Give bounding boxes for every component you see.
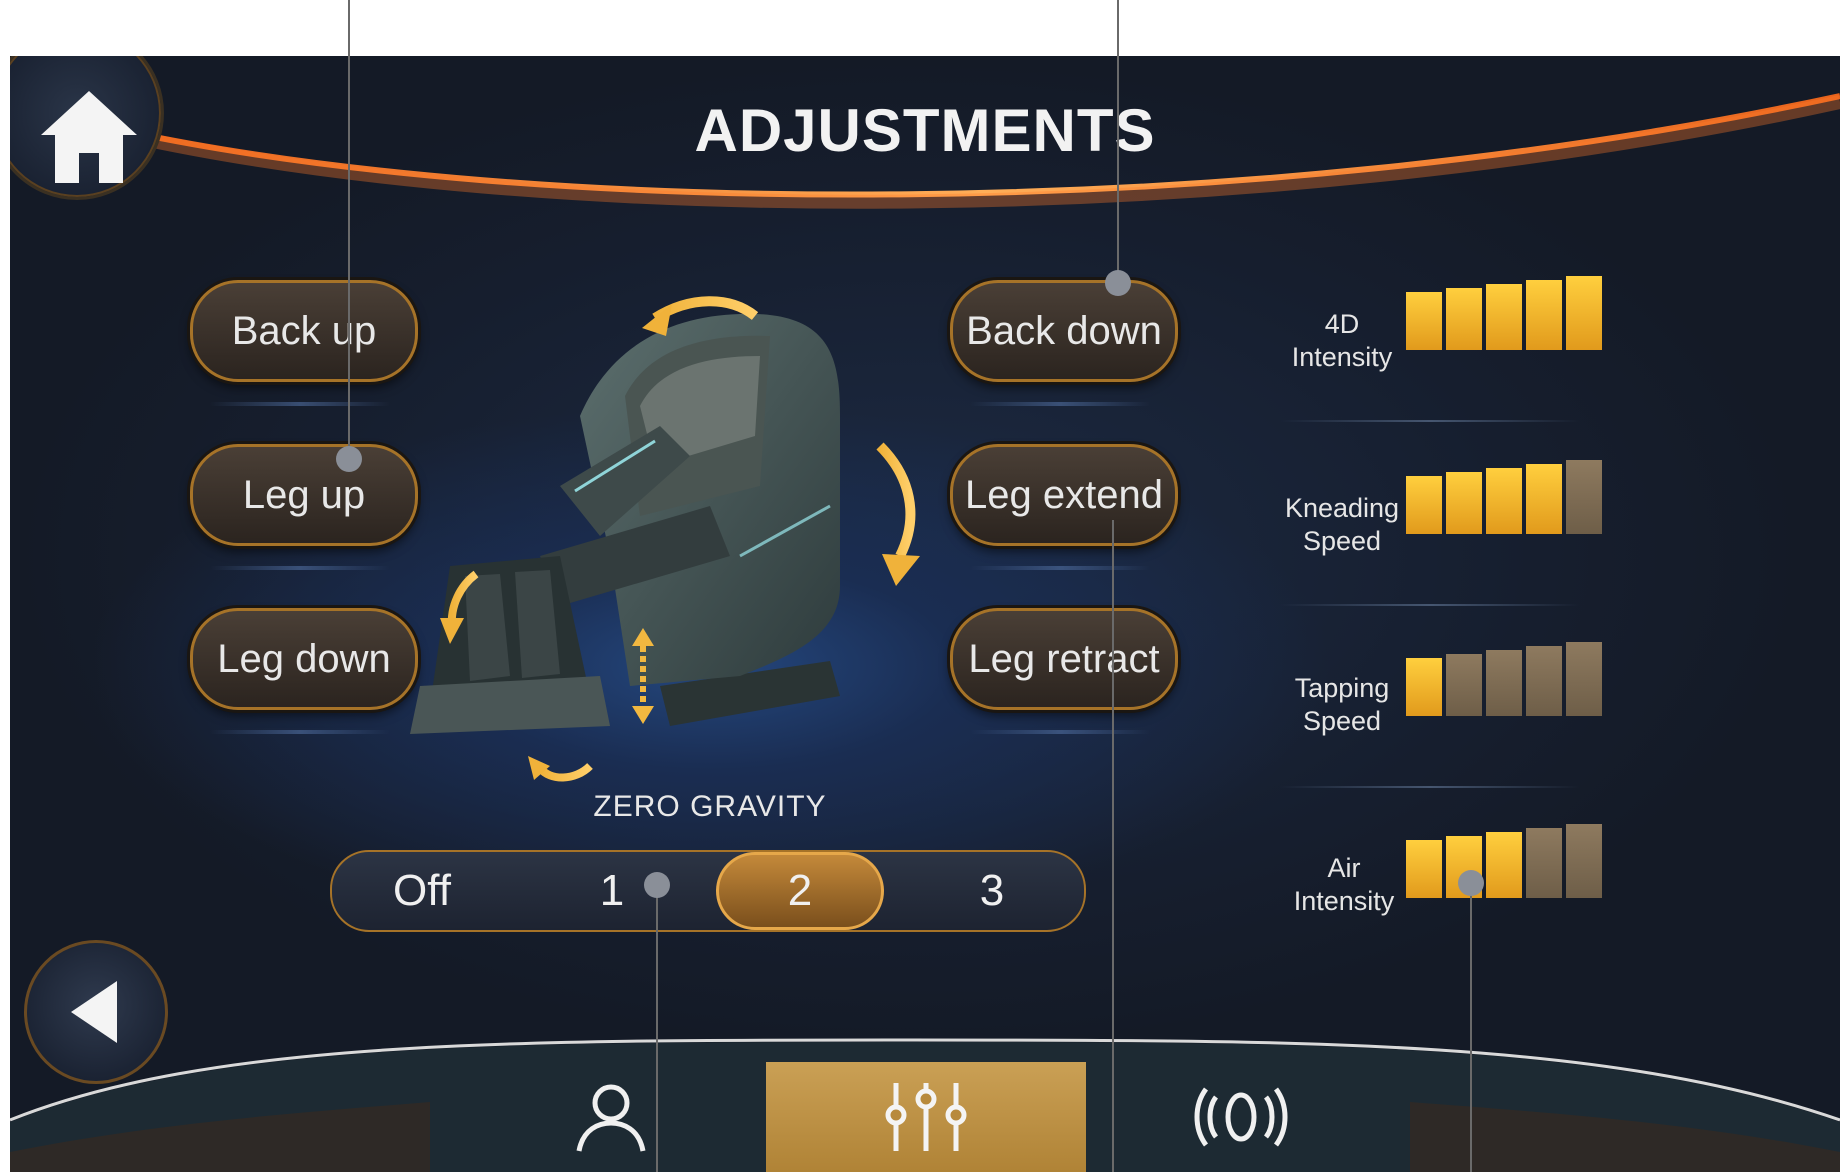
- level-label-line1: 4D: [1324, 309, 1360, 339]
- divider: [210, 402, 390, 406]
- back-down-button[interactable]: Back down: [950, 280, 1178, 382]
- nav-tab-vibration[interactable]: [1086, 1062, 1396, 1172]
- divider: [1280, 786, 1580, 788]
- level-label-line2: Intensity: [1293, 886, 1395, 916]
- divider: [210, 730, 390, 734]
- leg-retract-button[interactable]: Leg retract: [950, 608, 1178, 710]
- level-segment[interactable]: [1486, 468, 1522, 534]
- vibration-icon: [1194, 1087, 1288, 1147]
- callout-dot: [336, 446, 362, 472]
- zero-gravity-option-2[interactable]: 2: [716, 852, 884, 930]
- level-bars-4d-intensity[interactable]: [1406, 276, 1602, 368]
- page-title: ADJUSTMENTS: [694, 97, 1156, 164]
- zero-gravity-option-off[interactable]: Off: [352, 852, 492, 930]
- level-segment[interactable]: [1566, 642, 1602, 716]
- level-segment[interactable]: [1566, 276, 1602, 350]
- level-label-tapping-speed: Tapping Speed: [1272, 672, 1412, 738]
- divider: [970, 730, 1150, 734]
- leg-extend-label: Leg extend: [965, 472, 1163, 517]
- nav-tab-profile[interactable]: [456, 1062, 766, 1172]
- user-icon: [576, 1084, 646, 1152]
- level-label-line1: Tapping: [1294, 673, 1390, 703]
- back-down-label: Back down: [966, 308, 1162, 353]
- leg-up-button[interactable]: Leg up: [190, 444, 418, 546]
- level-label-line2: Speed: [1302, 526, 1382, 556]
- title-swoosh: [128, 93, 1840, 209]
- level-segment[interactable]: [1566, 460, 1602, 534]
- zero-gravity-option-3[interactable]: 3: [922, 852, 1062, 930]
- level-segment[interactable]: [1406, 292, 1442, 350]
- callout-dot: [1105, 270, 1131, 296]
- divider: [970, 566, 1150, 570]
- level-bars-tapping-speed[interactable]: [1406, 642, 1602, 734]
- level-bars-kneading-speed[interactable]: [1406, 460, 1602, 552]
- level-segment[interactable]: [1526, 280, 1562, 350]
- level-label-kneading-speed: Kneading Speed: [1272, 492, 1412, 558]
- callout-dot: [1458, 870, 1484, 896]
- level-segment[interactable]: [1486, 832, 1522, 898]
- callout-line: [1112, 520, 1114, 1172]
- level-segment[interactable]: [1446, 472, 1482, 534]
- level-segment[interactable]: [1526, 828, 1562, 898]
- bottom-nav: [10, 1002, 1840, 1172]
- level-label-line1: Kneading: [1284, 493, 1400, 523]
- back-up-button[interactable]: Back up: [190, 280, 418, 382]
- divider: [1280, 420, 1580, 422]
- level-segment[interactable]: [1406, 658, 1442, 716]
- callout-line: [656, 886, 658, 1172]
- level-segment[interactable]: [1406, 840, 1442, 898]
- back-up-label: Back up: [231, 308, 377, 353]
- level-segment[interactable]: [1526, 646, 1562, 716]
- level-label-line1: Air: [1327, 853, 1361, 883]
- level-label-4d-intensity: 4D Intensity: [1272, 308, 1412, 374]
- callout-line: [1470, 884, 1472, 1172]
- home-icon: [41, 91, 137, 183]
- level-segment[interactable]: [1446, 654, 1482, 716]
- level-label-line2: Intensity: [1291, 342, 1393, 372]
- level-label-air-intensity: Air Intensity: [1274, 852, 1414, 918]
- massage-chair-screen: ADJUSTMENTS Back up Leg up Leg down Back…: [10, 56, 1840, 1172]
- level-bars-air-intensity[interactable]: [1406, 824, 1602, 916]
- leg-down-label: Leg down: [217, 636, 391, 681]
- divider: [210, 566, 390, 570]
- level-segment[interactable]: [1406, 476, 1442, 534]
- leg-up-label: Leg up: [242, 472, 366, 517]
- zero-gravity-label: ZERO GRAVITY: [593, 790, 827, 823]
- nav-tab-adjustments[interactable]: [766, 1062, 1086, 1172]
- level-segment[interactable]: [1486, 650, 1522, 716]
- leg-retract-label: Leg retract: [968, 636, 1160, 681]
- callout-dot: [644, 872, 670, 898]
- divider: [970, 402, 1150, 406]
- level-label-line2: Speed: [1302, 706, 1382, 736]
- sliders-icon: [885, 1083, 967, 1151]
- callout-line: [348, 0, 350, 470]
- home-button[interactable]: [10, 56, 164, 200]
- massage-chair-illustration: [410, 296, 920, 782]
- callout-line: [1117, 0, 1119, 290]
- zero-gravity-selector: Off 1 2 3: [330, 850, 1086, 932]
- leg-down-button[interactable]: Leg down: [190, 608, 418, 710]
- divider: [1280, 604, 1580, 606]
- level-segment[interactable]: [1526, 464, 1562, 534]
- level-segment[interactable]: [1446, 288, 1482, 350]
- level-segment[interactable]: [1486, 284, 1522, 350]
- level-segment[interactable]: [1566, 824, 1602, 898]
- leg-extend-button[interactable]: Leg extend: [950, 444, 1178, 546]
